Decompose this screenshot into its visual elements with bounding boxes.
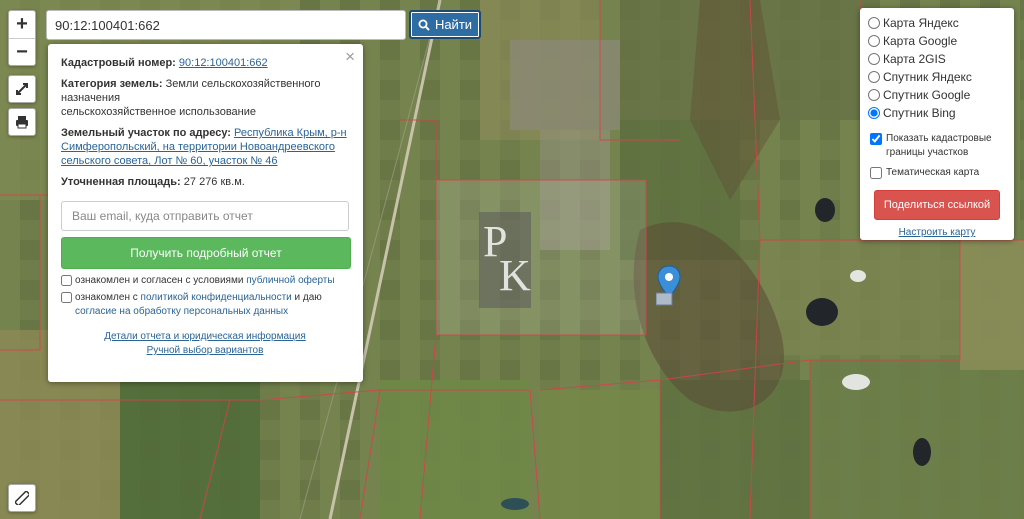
layer-option-bing-satellite[interactable]: Спутник Bing: [868, 104, 1006, 122]
privacy-policy-link[interactable]: политикой конфиденциальности: [141, 292, 292, 303]
expand-icon: [16, 83, 28, 95]
ruler-icon: [15, 491, 29, 505]
offer-agreement-row: ознакомлен и согласен с условиями публич…: [61, 274, 349, 288]
manual-selection-link[interactable]: Ручной выбор вариантов: [147, 345, 264, 356]
cadastral-number-link[interactable]: 90:12:100401:662: [179, 57, 268, 69]
location-marker-icon[interactable]: [656, 264, 682, 310]
fullscreen-button[interactable]: [8, 75, 36, 103]
map-layer-panel: Карта Яндекс Карта Google Карта 2GIS Спу…: [860, 8, 1014, 240]
land-category-row: Категория земель: Земли сельскохозяйстве…: [61, 78, 321, 118]
area-row: Уточненная площадь: 27 276 кв.м.: [61, 176, 245, 188]
show-borders-toggle[interactable]: Показать кадастровые границы участков: [868, 132, 1006, 160]
cadastral-number-row: Кадастровый номер: 90:12:100401:662: [61, 57, 268, 69]
close-icon[interactable]: ×: [345, 48, 355, 65]
parcel-info-popup: × Кадастровый номер: 90:12:100401:662 Ка…: [48, 44, 363, 382]
email-field[interactable]: [61, 201, 349, 231]
zoom-control: + −: [8, 10, 36, 66]
search-button-label: Найти: [434, 17, 473, 32]
layer-option-yandex-satellite[interactable]: Спутник Яндекс: [868, 68, 1006, 86]
address-row: Земельный участок по адресу: Республика …: [61, 127, 347, 167]
configure-map-link[interactable]: Настроить карту: [899, 227, 976, 238]
print-button[interactable]: [8, 108, 36, 136]
zoom-in-button[interactable]: +: [9, 11, 35, 39]
search-input[interactable]: [46, 10, 406, 40]
report-details-link[interactable]: Детали отчета и юридическая информация: [104, 331, 306, 342]
popup-footer-links: Детали отчета и юридическая информация Р…: [61, 330, 349, 358]
search-button[interactable]: Найти: [409, 10, 481, 39]
offer-agreement-checkbox[interactable]: [61, 275, 72, 286]
layer-option-google-satellite[interactable]: Спутник Google: [868, 86, 1006, 104]
public-offer-link[interactable]: публичной оферты: [246, 275, 334, 286]
share-link-button[interactable]: Поделиться ссылкой: [874, 190, 1000, 220]
privacy-agreement-checkbox[interactable]: [61, 292, 72, 303]
layer-option-2gis-map[interactable]: Карта 2GIS: [868, 50, 1006, 68]
personal-data-consent-link[interactable]: согласие на обработку персональных данны…: [75, 306, 288, 317]
search-icon: [418, 19, 430, 31]
thematic-map-toggle[interactable]: Тематическая карта: [868, 166, 1006, 180]
get-report-button[interactable]: Получить подробный отчет: [61, 237, 351, 269]
ruler-button[interactable]: [8, 484, 36, 512]
printer-icon: [16, 116, 28, 129]
zoom-out-button[interactable]: −: [9, 39, 35, 66]
layer-option-google-map[interactable]: Карта Google: [868, 32, 1006, 50]
layer-option-yandex-map[interactable]: Карта Яндекс: [868, 14, 1006, 32]
watermark-logo: P K: [479, 212, 531, 308]
privacy-agreement-row: ознакомлен с политикой конфиденциальност…: [61, 291, 349, 319]
